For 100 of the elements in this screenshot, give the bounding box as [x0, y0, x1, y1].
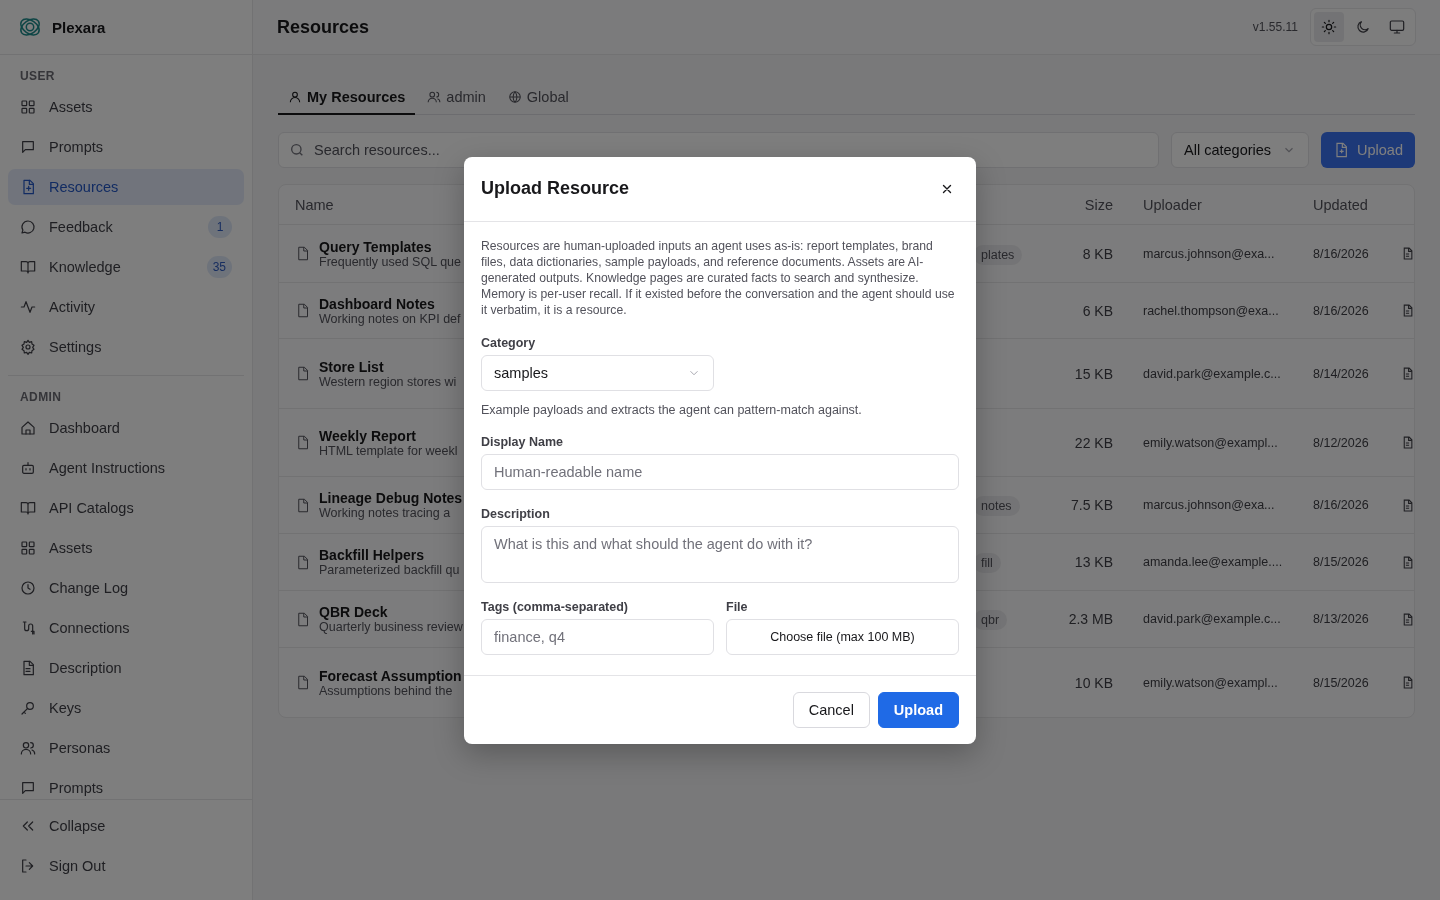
date-cell-text: 8/16/2026	[1313, 303, 1370, 318]
uploader-cell-text: emily.watson@exampl...	[1142, 675, 1279, 690]
nav-item[interactable]: Assets	[8, 530, 244, 566]
description-field[interactable]: What is this and what should the agent do with it?	[481, 525, 959, 583]
nav-item[interactable]: API Catalogs	[8, 490, 244, 526]
page-title: Resources	[277, 16, 371, 38]
nav-item[interactable]: Connections	[8, 610, 244, 646]
resource-description: Working notes tracing a	[319, 506, 452, 520]
nav-item[interactable]: Resources	[8, 169, 244, 205]
document-icon[interactable]	[1401, 247, 1414, 260]
category-dropdown[interactable]: All categories	[1171, 132, 1310, 168]
people-icon	[427, 90, 442, 104]
pulse-icon	[20, 299, 36, 315]
nav-item[interactable]: Sign Out	[8, 848, 244, 884]
display-name-field[interactable]: Human-readable name	[481, 453, 959, 490]
globe-icon	[507, 90, 522, 104]
document-icon[interactable]	[1401, 436, 1414, 449]
size-cell-text: 15 KB	[1073, 365, 1113, 382]
grid-icon	[20, 99, 36, 115]
uploader-cell-text: marcus.johnson@exa...	[1142, 498, 1276, 512]
clock-icon	[20, 580, 36, 596]
field-label: Category	[481, 335, 537, 350]
upload-button[interactable]: Upload	[1321, 132, 1415, 168]
tag-chip: plates	[973, 244, 1023, 265]
nav-item[interactable]: Assets	[8, 89, 244, 125]
file-plus-icon	[1333, 142, 1350, 158]
size-cell-text: 7.5 KB	[1069, 497, 1113, 513]
chat-icon	[20, 780, 36, 796]
document-icon[interactable]	[1401, 304, 1414, 317]
column-header: Size	[1083, 196, 1113, 213]
theme-button[interactable]	[1314, 12, 1344, 42]
tags-field[interactable]: finance, q4	[481, 618, 714, 655]
date-cell-text: 8/15/2026	[1313, 555, 1370, 569]
file-icon	[295, 553, 310, 571]
key-icon	[20, 700, 36, 716]
resource-name: Weekly Report	[319, 427, 417, 444]
document-icon[interactable]	[1401, 676, 1414, 689]
nav-item[interactable]: Feedback 1	[8, 209, 244, 245]
category-select[interactable]: samples	[481, 354, 714, 391]
date-cell-text: 8/14/2026	[1313, 366, 1370, 381]
tab[interactable]: admin	[417, 80, 496, 115]
chevrons-left-icon	[20, 818, 36, 834]
file-icon	[295, 245, 310, 262]
nav-item[interactable]: Dashboard	[8, 410, 244, 446]
nav-item[interactable]: Agent Instructions	[8, 450, 244, 486]
nav-item[interactable]: Prompts	[8, 770, 244, 799]
nav-item[interactable]: Change Log	[8, 570, 244, 606]
field-label: Description	[481, 506, 551, 521]
nav-item[interactable]: Activity	[8, 289, 244, 325]
book-icon	[20, 500, 36, 516]
resource-name: Query Templates	[319, 238, 433, 255]
uploader-cell-text: david.park@example.c...	[1142, 612, 1282, 626]
nav-item[interactable]: Personas	[8, 730, 244, 766]
size-cell-text: 6 KB	[1081, 302, 1113, 319]
resource-name: Dashboard Notes	[319, 295, 436, 312]
resource-description: Western region stores wi	[319, 374, 457, 389]
count-badge: 1	[208, 216, 232, 238]
resource-name: Backfill Helpers	[319, 547, 426, 563]
nav-item[interactable]: Description	[8, 650, 244, 686]
file-icon	[295, 496, 310, 514]
tab[interactable]: My Resources	[278, 80, 416, 115]
nav-item[interactable]: Collapse	[8, 808, 244, 844]
nav-item[interactable]: Prompts	[8, 129, 244, 165]
document-icon[interactable]	[1401, 498, 1414, 512]
size-cell-text: 2.3 MB	[1067, 611, 1113, 627]
uploader-cell-text: emily.watson@exampl...	[1142, 435, 1279, 450]
tag-chip: notes	[973, 496, 1020, 516]
document-icon[interactable]	[1401, 367, 1414, 380]
nav-item[interactable]: Keys	[8, 690, 244, 726]
section-label: ADMIN	[19, 389, 63, 406]
upload-button[interactable]: Upload	[877, 691, 959, 728]
chat-bubble-icon	[20, 219, 36, 235]
document-icon[interactable]	[1401, 612, 1414, 626]
uploader-cell-text: david.park@example.c...	[1142, 366, 1282, 381]
plug-icon	[20, 620, 36, 636]
person-icon	[288, 90, 302, 104]
resource-name: Lineage Debug Notes	[319, 490, 463, 506]
column-header: Uploader	[1142, 196, 1203, 213]
grid-icon	[20, 540, 36, 556]
resource-description: Frequently used SQL que	[319, 254, 461, 269]
document-icon[interactable]	[1401, 555, 1414, 569]
date-cell-text: 8/12/2026	[1313, 435, 1370, 450]
size-cell-text: 8 KB	[1081, 245, 1113, 262]
resource-description: Parameterized backfill qu	[319, 563, 460, 577]
version-label: v1.55.11	[1252, 20, 1298, 34]
resource-name: Forecast Assumption	[319, 667, 462, 684]
size-cell-text: 13 KB	[1073, 554, 1113, 570]
uploader-cell-text: rachel.thompson@exa...	[1142, 303, 1280, 318]
field-label: File	[726, 599, 749, 614]
section-label: USER	[19, 68, 56, 85]
file-icon	[295, 434, 310, 451]
field-label: Tags (comma-separated)	[481, 599, 630, 614]
choose-file-button[interactable]: Choose file (max 100 MB)	[726, 618, 959, 655]
uploader-cell-text: amanda.lee@example....	[1142, 555, 1284, 569]
cancel-button[interactable]: Cancel	[792, 691, 870, 728]
field-label: Display Name	[481, 434, 564, 449]
nav-item[interactable]: Settings	[8, 329, 244, 365]
date-cell-text: 8/16/2026	[1313, 246, 1370, 261]
nav-item[interactable]: Knowledge 35	[8, 249, 244, 285]
tab[interactable]: Global	[497, 80, 579, 115]
